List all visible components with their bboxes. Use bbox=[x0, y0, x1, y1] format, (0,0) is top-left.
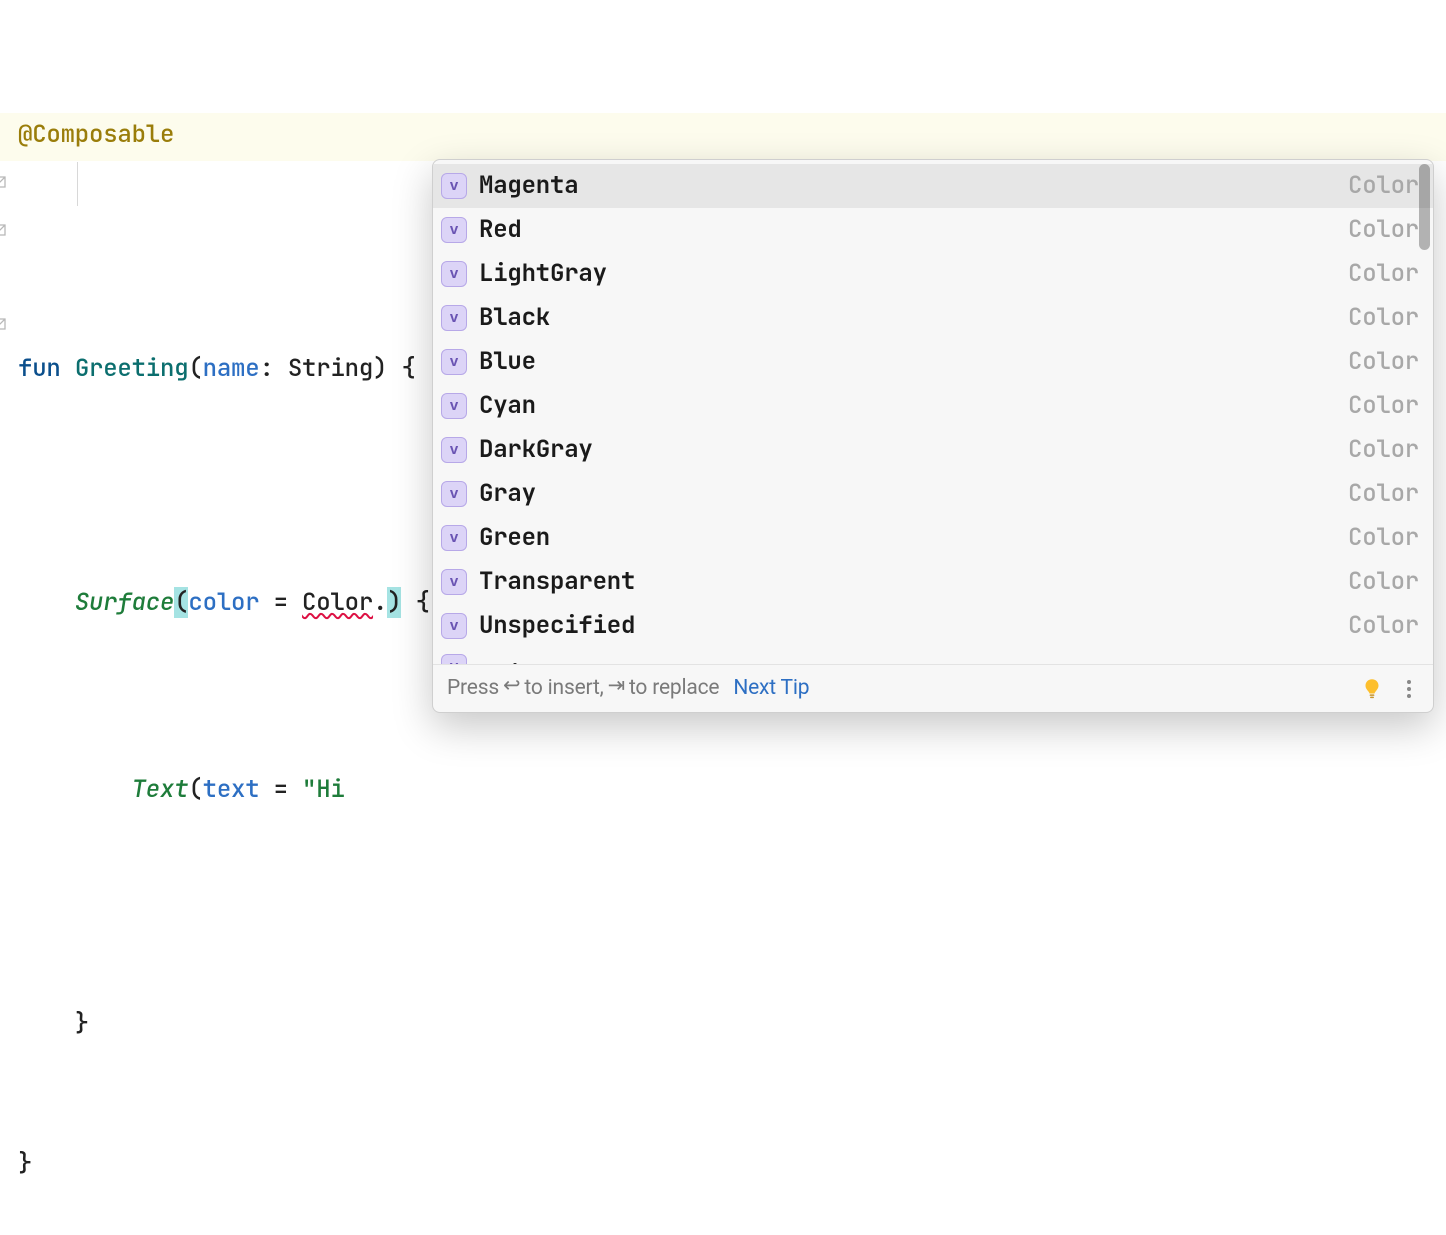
completion-item-type: Color bbox=[1348, 251, 1419, 298]
value-kind-icon: v bbox=[441, 217, 467, 243]
named-arg-token: color bbox=[188, 587, 259, 618]
scrollbar-thumb[interactable] bbox=[1419, 164, 1430, 250]
completion-item[interactable]: v CyanColor bbox=[433, 384, 1433, 428]
completion-item[interactable]: v BlackColor bbox=[433, 296, 1433, 340]
completion-item[interactable]: v RedColor bbox=[433, 208, 1433, 252]
completion-item-type: Color bbox=[1348, 383, 1419, 430]
parameter-token: name bbox=[203, 353, 260, 384]
completion-item-type: Color bbox=[1348, 207, 1419, 254]
completion-item-name: Magenta bbox=[479, 163, 1348, 210]
completion-item-type: Color bbox=[1348, 603, 1419, 650]
completion-item-type: Color bbox=[1348, 163, 1419, 210]
footer-hint: Press ↩ to insert, ⇥ to replace bbox=[447, 668, 719, 709]
call-token: Surface bbox=[75, 587, 174, 618]
completion-footer: Press ↩ to insert, ⇥ to replace Next Tip bbox=[433, 664, 1433, 712]
completion-item-name: Cyan bbox=[479, 383, 1348, 430]
completion-item[interactable]: v WhiteColor bbox=[433, 648, 1433, 664]
code-line: } bbox=[18, 1001, 1446, 1048]
completion-item-name: Blue bbox=[479, 339, 1348, 386]
error-token: Color bbox=[302, 587, 373, 618]
completion-item-name: Gray bbox=[479, 471, 1348, 518]
completion-item-type: Color bbox=[1348, 295, 1419, 342]
completion-item-type: Color bbox=[1348, 652, 1419, 664]
completion-item[interactable]: v UnspecifiedColor bbox=[433, 604, 1433, 648]
matched-paren: ) bbox=[387, 587, 401, 618]
completion-item-type: Color bbox=[1348, 515, 1419, 562]
completion-item-name: DarkGray bbox=[479, 427, 1348, 474]
matched-paren: ( bbox=[174, 587, 188, 618]
completion-item-type: Color bbox=[1348, 427, 1419, 474]
intention-bulb-icon[interactable] bbox=[1359, 676, 1385, 702]
completion-item-name: Black bbox=[479, 295, 1348, 342]
completion-item-name: Unspecified bbox=[479, 603, 1348, 650]
value-kind-icon: v bbox=[441, 613, 467, 639]
more-options-icon[interactable] bbox=[1399, 680, 1419, 698]
completion-item-type: Color bbox=[1348, 559, 1419, 606]
enter-key-icon: ↩ bbox=[503, 668, 520, 709]
completion-item[interactable]: v TransparentColor bbox=[433, 560, 1433, 604]
code-line: Text(text = "Hi bbox=[18, 767, 1446, 814]
tab-key-icon: ⇥ bbox=[608, 668, 625, 709]
completion-item-type: Color bbox=[1348, 471, 1419, 518]
completion-popup: vMagentaColorvRedColorvLightGrayColorvBl… bbox=[432, 159, 1434, 713]
completion-item-type: Color bbox=[1348, 339, 1419, 386]
next-tip-link[interactable]: Next Tip bbox=[733, 668, 809, 709]
value-kind-icon: v bbox=[441, 437, 467, 463]
named-arg-token: text bbox=[203, 774, 260, 805]
function-name-token: Greeting bbox=[75, 353, 189, 384]
completion-item[interactable]: v GrayColor bbox=[433, 472, 1433, 516]
completion-item[interactable]: v DarkGrayColor bbox=[433, 428, 1433, 472]
completion-item-name: LightGray bbox=[479, 251, 1348, 298]
completion-item[interactable]: v BlueColor bbox=[433, 340, 1433, 384]
value-kind-icon: v bbox=[441, 393, 467, 419]
gutter-implemented-icon[interactable] bbox=[0, 80, 8, 96]
string-token: "Hi bbox=[302, 774, 345, 805]
type-token: String bbox=[288, 353, 373, 384]
keyword-token: fun bbox=[18, 353, 61, 384]
completion-item[interactable]: v LightGrayColor bbox=[433, 252, 1433, 296]
gutter-implemented-icon[interactable] bbox=[0, 128, 8, 144]
value-kind-icon: v bbox=[441, 349, 467, 375]
completion-item[interactable]: v MagentaColor bbox=[433, 164, 1433, 208]
completion-item-name: Transparent bbox=[479, 559, 1348, 606]
value-kind-icon: v bbox=[441, 261, 467, 287]
gutter-implemented-icon[interactable] bbox=[0, 222, 8, 238]
value-kind-icon: v bbox=[441, 305, 467, 331]
completion-item-name: Red bbox=[479, 207, 1348, 254]
completion-item[interactable]: v GreenColor bbox=[433, 516, 1433, 560]
call-token: Text bbox=[132, 774, 189, 805]
value-kind-icon: v bbox=[441, 569, 467, 595]
value-kind-icon: v bbox=[441, 173, 467, 199]
value-kind-icon: v bbox=[441, 525, 467, 551]
scrollbar[interactable] bbox=[1417, 162, 1431, 662]
completion-item-name: White bbox=[479, 652, 1348, 664]
value-kind-icon: v bbox=[441, 654, 467, 664]
code-line: @Composable bbox=[18, 112, 1446, 159]
code-line: } bbox=[18, 1141, 1446, 1188]
completion-list[interactable]: vMagentaColorvRedColorvLightGrayColorvBl… bbox=[433, 160, 1433, 664]
completion-item-name: Green bbox=[479, 515, 1348, 562]
value-kind-icon: v bbox=[441, 481, 467, 507]
